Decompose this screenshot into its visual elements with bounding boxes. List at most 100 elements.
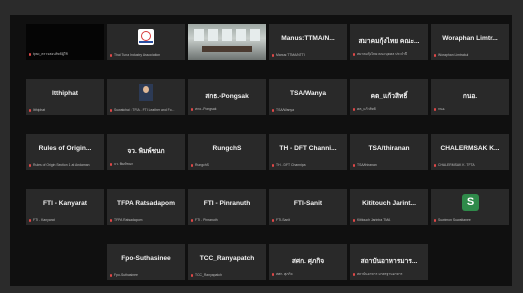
participant-label: จว. พิมพ์ชนก: [110, 162, 182, 167]
participant-tile[interactable]: RungchS RungchS: [188, 134, 266, 170]
mic-muted-icon: [110, 218, 112, 222]
participant-name: FTI - Kanyarat: [43, 200, 87, 207]
participant-label: FTI - Pinranuth: [191, 218, 263, 222]
participant-label-text: Thai Tuna Industry Association: [114, 53, 161, 57]
video-window-shape: [236, 29, 246, 41]
participant-label-text: สถาบันอาหาร มาตรฐานอาหาร: [357, 272, 403, 276]
participant-label-text: FTI - Pinranuth: [195, 218, 218, 222]
participant-tile[interactable]: จว. พิมพ์ชนก จว. พิมพ์ชนก: [107, 134, 185, 170]
mic-muted-icon: [434, 107, 436, 111]
gallery-view: tpso_ตรวจสอบสิทธิ์ผู้ใช้ Thai Tuna Indust…: [10, 15, 512, 286]
mic-muted-icon: [110, 53, 112, 57]
participant-label: FTI - Kanyarat: [29, 218, 101, 222]
mic-muted-icon: [272, 218, 274, 222]
participant-label: Thai Tuna Industry Association: [110, 53, 182, 57]
mic-muted-icon: [29, 108, 31, 112]
participant-name: จว. พิมพ์ชนก: [127, 148, 165, 155]
mic-muted-icon: [272, 163, 274, 167]
participant-label: Suwatchai : TFIA - FTI Leather and Fo...: [110, 108, 182, 112]
participant-tile[interactable]: Thai Tuna Industry Association: [107, 24, 185, 60]
participant-name: TCC_Ranyapatch: [199, 255, 255, 262]
participant-tile[interactable]: กนอ. กนอ.: [431, 79, 509, 115]
mic-muted-icon: [272, 272, 274, 276]
participant-tile[interactable]: FTI - Kanyarat FTI - Kanyarat: [26, 189, 104, 225]
participant-name: TSA/Wanya: [289, 90, 327, 97]
participant-label-text: TSA/Wanya: [276, 108, 294, 112]
participant-label-text: TH - DFT Channipa: [276, 163, 306, 167]
participant-tile[interactable]: tpso_ตรวจสอบสิทธิ์ผู้ใช้: [26, 24, 104, 60]
participant-tile[interactable]: TSA/Wanya TSA/Wanya: [269, 79, 347, 115]
participant-tile[interactable]: สมาคมกุ้งไทย คณะ... สมาคมกุ้งไทย คณะบุคคล…: [350, 24, 428, 60]
participant-tile[interactable]: สกธ.-Pongsak สกธ.-Pongsak: [188, 79, 266, 115]
participant-tile[interactable]: Suwatchai : TFIA - FTI Leather and Fo...: [107, 79, 185, 115]
mic-muted-icon: [29, 218, 31, 222]
participant-tile[interactable]: FTI - Pinranuth FTI - Pinranuth: [188, 189, 266, 225]
participant-label-text: Rules of Origin Section 1 at Andaman: [33, 163, 90, 167]
participant-label: CHALERMSAK K. TFTA: [434, 163, 506, 167]
participant-tile[interactable]: Fpo-Suthasinee Fpo-Suthasinee: [107, 244, 185, 280]
camera-video: [188, 24, 266, 60]
participant-label-text: Kititouch Jarintra TMA: [357, 218, 391, 222]
participant-tile[interactable]: TFPA Ratsadapom TFPA Ratsadapom: [107, 189, 185, 225]
participant-name: TH - DFT Channi...: [279, 145, 337, 152]
participant-label-text: คต_แก้วสิทธิ์: [357, 107, 376, 111]
participant-label: tpso_ตรวจสอบสิทธิ์ผู้ใช้: [29, 52, 101, 57]
participant-label-text: สมาคมกุ้งไทย คณะบุคคล ประจำปี: [357, 52, 408, 56]
participant-tile[interactable]: TSA/thiranan TSA/thiranan: [350, 134, 428, 170]
participant-tile[interactable]: สศก. ศุภกิจ สศก. ศุภกิจ: [269, 244, 347, 280]
participant-tile[interactable]: CHALERMSAK K... CHALERMSAK K. TFTA: [431, 134, 509, 170]
participant-label: สกธ.-Pongsak: [191, 107, 263, 112]
participant-label: TSA/thiranan: [353, 163, 425, 167]
participant-label: TCC_Ranyapatch: [191, 273, 263, 277]
participant-tile[interactable]: [188, 24, 266, 60]
participant-tile[interactable]: Kititouch Jarint... Kititouch Jarintra TM…: [350, 189, 428, 225]
participant-tile[interactable]: คต_แก้วสิทธิ์ คต_แก้วสิทธิ์: [350, 79, 428, 115]
participant-tile[interactable]: FTI-Sanit FTI-Sanit: [269, 189, 347, 225]
participant-label-text: Suwimon Suwattanee: [438, 218, 471, 222]
participant-tile[interactable]: สถาบันอาหารมาร... สถาบันอาหาร มาตรฐานอาหา…: [350, 244, 428, 280]
participant-name: FTI - Pinranuth: [203, 200, 251, 207]
participant-name: Itthiphat: [51, 90, 78, 97]
participant-tile[interactable]: Itthiphat Itthiphat: [26, 79, 104, 115]
participant-name: สมาคมกุ้งไทย คณะ...: [358, 38, 420, 45]
participant-name: สศก. ศุภกิจ: [291, 258, 325, 265]
participant-label-text: TFPA Ratsadapom: [114, 218, 143, 222]
participant-label-text: TSA/thiranan: [357, 163, 377, 167]
participant-tile[interactable]: Manus:TTMA/N... Manus:TTMA/NTTI: [269, 24, 347, 60]
profile-face: [143, 86, 149, 93]
participant-tile[interactable]: TH - DFT Channi... TH - DFT Channipa: [269, 134, 347, 170]
organization-logo: [138, 29, 154, 45]
participant-name: สกธ.-Pongsak: [205, 93, 249, 100]
participant-name: CHALERMSAK K...: [440, 145, 500, 152]
participant-name: FTI-Sanit: [293, 200, 323, 207]
participant-label: Kititouch Jarintra TMA: [353, 218, 425, 222]
participant-label: Itthiphat: [29, 108, 101, 112]
participant-label-text: จว. พิมพ์ชนก: [114, 162, 134, 166]
participant-label-text: tpso_ตรวจสอบสิทธิ์ผู้ใช้: [33, 52, 68, 56]
participant-label: สศก. ศุภกิจ: [272, 272, 344, 277]
mic-muted-icon: [353, 107, 355, 111]
participant-name: Fpo-Suthasinee: [121, 255, 171, 262]
participant-name: สถาบันอาหารมาร...: [360, 258, 418, 265]
logo-ring: [141, 31, 151, 41]
participant-label: คต_แก้วสิทธิ์: [353, 107, 425, 112]
mic-muted-icon: [191, 273, 193, 277]
participant-name: คต_แก้วสิทธิ์: [370, 93, 408, 100]
participant-label: FTI-Sanit: [272, 218, 344, 222]
participant-label: Fpo-Suthasinee: [110, 273, 182, 277]
participant-label-text: RungchS: [195, 163, 209, 167]
participant-label-text: กนอ.: [438, 107, 446, 111]
participant-label: Rules of Origin Section 1 at Andaman: [29, 163, 101, 167]
participant-tile[interactable]: Woraphan Limtr... Woraphan Limtrakul: [431, 24, 509, 60]
participant-label: สมาคมกุ้งไทย คณะบุคคล ประจำปี: [353, 52, 425, 57]
participant-tile[interactable]: TCC_Ranyapatch TCC_Ranyapatch: [188, 244, 266, 280]
mic-muted-icon: [29, 52, 31, 56]
participant-label: TH - DFT Channipa: [272, 163, 344, 167]
participant-label: TFPA Ratsadapom: [110, 218, 182, 222]
participant-tile[interactable]: S Suwimon Suwattanee: [431, 189, 509, 225]
participant-label: กนอ.: [434, 107, 506, 112]
video-window-shape: [250, 29, 260, 41]
participant-tile[interactable]: Rules of Origin... Rules of Origin Sectio…: [26, 134, 104, 170]
mic-muted-icon: [353, 218, 355, 222]
participant-label: Suwimon Suwattanee: [434, 218, 506, 222]
